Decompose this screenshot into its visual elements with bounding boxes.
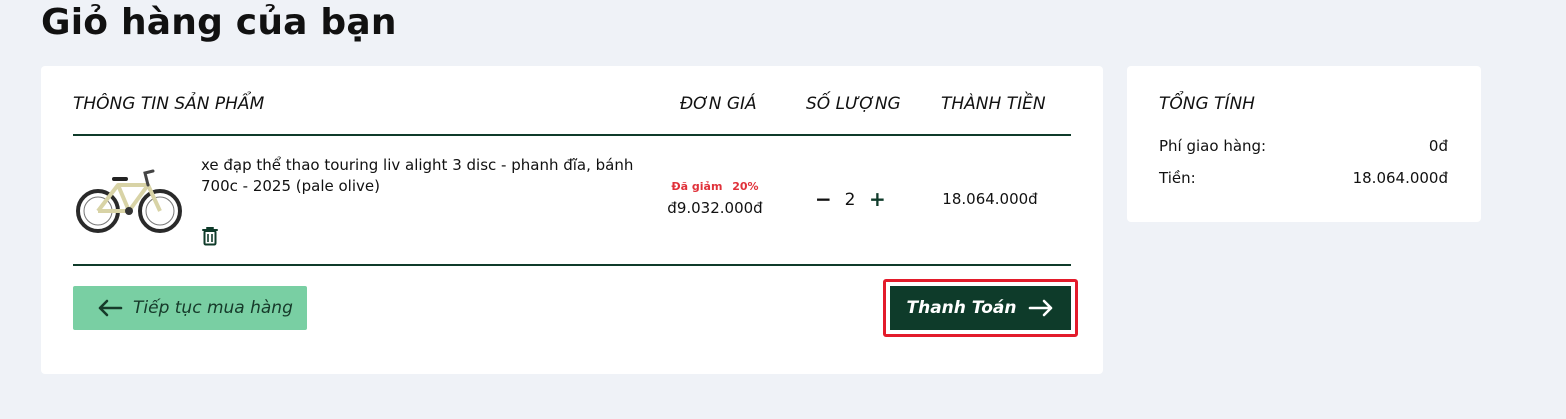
header-quantity: SỐ LƯỢNG: [806, 94, 901, 114]
subtotal-value: 18.064.000đ: [1352, 169, 1448, 187]
arrow-right-icon: [1029, 299, 1053, 317]
continue-shopping-button[interactable]: Tiếp tục mua hàng: [73, 286, 307, 330]
subtotal-label: Tiền:: [1159, 169, 1196, 187]
summary-title: TỔNG TÍNH: [1159, 94, 1255, 114]
checkout-button[interactable]: Thanh Toán: [890, 286, 1071, 330]
table-divider-top: [73, 134, 1071, 136]
quantity-increase-button[interactable]: +: [869, 187, 886, 211]
quantity-decrease-button[interactable]: −: [815, 187, 832, 211]
discount-badge: Đã giảm 20%: [640, 180, 790, 193]
discount-label: Đã giảm: [671, 180, 723, 193]
header-product-info: THÔNG TIN SẢN PHẨM: [73, 94, 265, 114]
trash-icon[interactable]: [201, 226, 219, 246]
shipping-fee-value: 0đ: [1428, 137, 1448, 155]
header-total: THÀNH TIỀN: [941, 94, 1046, 114]
table-divider-bottom: [73, 264, 1071, 266]
unit-price: đ9.032.000đ: [667, 199, 763, 217]
line-total: 18.064.000đ: [942, 190, 1038, 208]
page-title: Giỏ hàng của bạn: [41, 2, 397, 43]
continue-shopping-label: Tiếp tục mua hàng: [133, 298, 293, 318]
product-name[interactable]: xe đạp thể thao touring liv alight 3 dis…: [201, 155, 641, 197]
checkout-label: Thanh Toán: [906, 298, 1017, 318]
header-unit-price: ĐƠN GIÁ: [680, 94, 757, 114]
discount-percent: 20%: [732, 180, 759, 193]
quantity-value: 2: [844, 190, 856, 210]
shipping-fee-label: Phí giao hàng:: [1159, 137, 1267, 155]
arrow-left-icon: [98, 299, 123, 317]
bicycle-product-image[interactable]: [74, 165, 184, 237]
